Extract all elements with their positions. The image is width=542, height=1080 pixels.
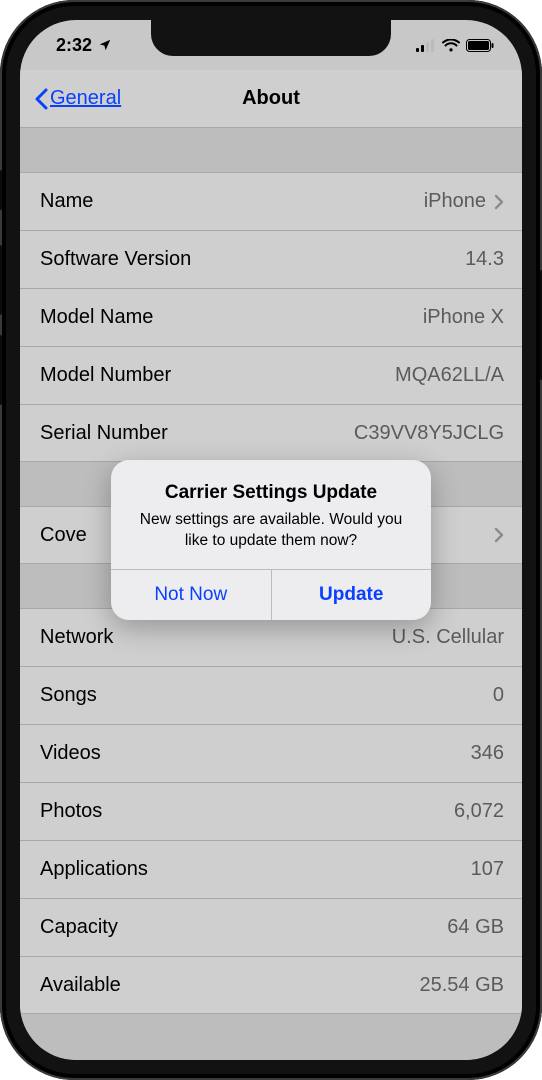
phone-frame: 2:32 [0,0,542,1080]
screen: 2:32 [20,20,522,1060]
volume-down-button [0,335,2,405]
volume-up-button [0,245,2,315]
update-button[interactable]: Update [271,570,432,620]
alert-title: Carrier Settings Update [131,482,411,504]
carrier-update-alert: Carrier Settings Update New settings are… [111,460,431,621]
alert-backdrop: Carrier Settings Update New settings are… [20,20,522,1060]
alert-message: New settings are available. Would you li… [131,510,411,552]
not-now-button[interactable]: Not Now [111,570,271,620]
mute-switch [0,170,2,210]
